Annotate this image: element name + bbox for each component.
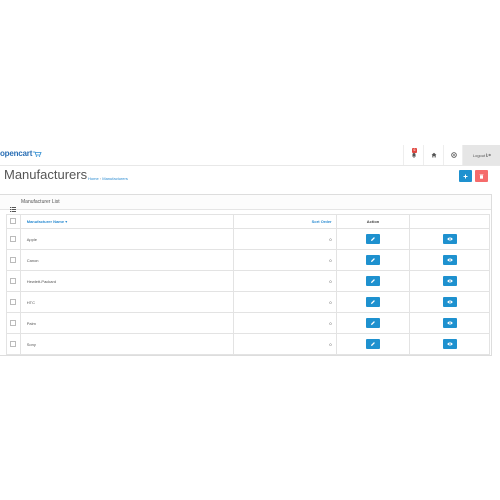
view-action-cell: [409, 291, 490, 313]
help-button[interactable]: [443, 145, 464, 165]
column-sort-order[interactable]: Sort Order: [232, 214, 337, 229]
view-button[interactable]: [442, 234, 457, 244]
eye-icon: [447, 258, 453, 262]
pencil-icon: [371, 279, 375, 283]
sort-order-value: 0: [232, 228, 337, 250]
breadcrumb-manufacturers[interactable]: Manufacturers: [102, 176, 128, 181]
home-button[interactable]: [423, 145, 444, 165]
edit-action-cell: [335, 270, 411, 292]
panel-title: Manufacturer List: [21, 199, 60, 205]
column-action: Action: [335, 214, 411, 229]
row-select-cell: [6, 291, 21, 313]
manufacturer-table: Manufacturer Name ▾ Sort Order Action Ap…: [6, 214, 490, 355]
manufacturer-name: Hewlett-Packard: [19, 270, 234, 292]
edit-button[interactable]: [366, 234, 381, 244]
row-checkbox[interactable]: [10, 340, 17, 347]
table-row: Hewlett-Packard 0: [6, 270, 490, 292]
table-row: Canon 0: [6, 249, 490, 271]
edit-button[interactable]: [366, 255, 381, 265]
eye-icon: [447, 342, 453, 346]
add-new-button[interactable]: [459, 170, 472, 182]
view-button[interactable]: [442, 318, 457, 328]
home-icon: [431, 152, 437, 158]
sort-order-value: 0: [232, 291, 337, 313]
row-select-cell: [6, 312, 21, 334]
logo-text: opencart: [0, 149, 33, 158]
edit-action-cell: [335, 333, 411, 355]
logout-button[interactable]: Logout: [462, 145, 500, 165]
panel-border: [491, 194, 492, 354]
notification-badge: 6: [412, 148, 417, 153]
table-header-row: Manufacturer Name ▾ Sort Order Action: [6, 214, 490, 229]
edit-button[interactable]: [366, 339, 381, 349]
row-select-cell: [6, 270, 21, 292]
eye-icon: [447, 300, 453, 304]
pencil-icon: [371, 258, 375, 262]
edit-button[interactable]: [366, 297, 381, 307]
eye-icon: [447, 279, 453, 283]
trash-icon: [479, 174, 484, 179]
manufacturer-name: Apple: [19, 228, 234, 250]
eye-icon: [447, 237, 453, 241]
opencart-logo[interactable]: opencart: [0, 149, 42, 159]
row-checkbox[interactable]: [10, 319, 17, 326]
edit-button[interactable]: [366, 276, 381, 286]
row-select-cell: [6, 228, 21, 250]
top-header: opencart 6 Logout: [0, 145, 500, 166]
table-row: Apple 0: [6, 228, 490, 250]
view-button[interactable]: [442, 339, 457, 349]
pencil-icon: [371, 342, 375, 346]
column-manufacturer-name[interactable]: Manufacturer Name ▾: [19, 214, 234, 229]
table-row: Palm 0: [6, 312, 490, 334]
notifications-button[interactable]: 6: [403, 145, 424, 165]
sort-order-value: 0: [232, 270, 337, 292]
page-title: Manufacturers: [4, 167, 88, 182]
manufacturer-name: Canon: [19, 249, 234, 271]
edit-action-cell: [335, 312, 411, 334]
sort-order-value: 0: [232, 249, 337, 271]
view-action-cell: [409, 270, 490, 292]
row-select-cell: [6, 249, 21, 271]
sort-order-value: 0: [232, 312, 337, 334]
pencil-icon: [371, 321, 375, 325]
edit-action-cell: [335, 249, 411, 271]
table-row: Sony 0: [6, 333, 490, 355]
edit-button[interactable]: [366, 318, 381, 328]
breadcrumb: Home › Manufacturers: [88, 176, 128, 181]
row-checkbox[interactable]: [10, 256, 17, 263]
manufacturer-name: Sony: [19, 333, 234, 355]
sort-caret-icon: ▾: [65, 219, 68, 224]
pencil-icon: [371, 237, 375, 241]
column-extra: [409, 214, 490, 229]
view-button[interactable]: [442, 255, 457, 265]
view-action-cell: [409, 249, 490, 271]
sign-out-icon: [486, 153, 492, 157]
row-select-cell: [6, 333, 21, 355]
view-button[interactable]: [442, 297, 457, 307]
delete-button[interactable]: [475, 170, 488, 182]
cart-icon: [33, 150, 42, 159]
view-action-cell: [409, 228, 490, 250]
select-all-cell: [6, 214, 21, 229]
manufacturer-name: HTC: [19, 291, 234, 313]
view-action-cell: [409, 333, 490, 355]
logout-label: Logout: [472, 152, 486, 158]
view-action-cell: [409, 312, 490, 334]
table-row: HTC 0: [6, 291, 490, 313]
edit-action-cell: [335, 291, 411, 313]
sort-order-value: 0: [232, 333, 337, 355]
row-checkbox[interactable]: [10, 298, 17, 305]
row-checkbox[interactable]: [10, 235, 17, 242]
eye-icon: [447, 321, 453, 325]
select-all-checkbox[interactable]: [10, 218, 17, 224]
edit-action-cell: [335, 228, 411, 250]
manufacturer-name: Palm: [19, 312, 234, 334]
view-button[interactable]: [442, 276, 457, 286]
globe-icon: [451, 152, 457, 158]
plus-icon: [463, 174, 468, 178]
row-checkbox[interactable]: [10, 277, 17, 284]
breadcrumb-home[interactable]: Home: [88, 176, 99, 181]
panel-heading: Manufacturer List: [0, 195, 491, 212]
pencil-icon: [371, 300, 375, 304]
